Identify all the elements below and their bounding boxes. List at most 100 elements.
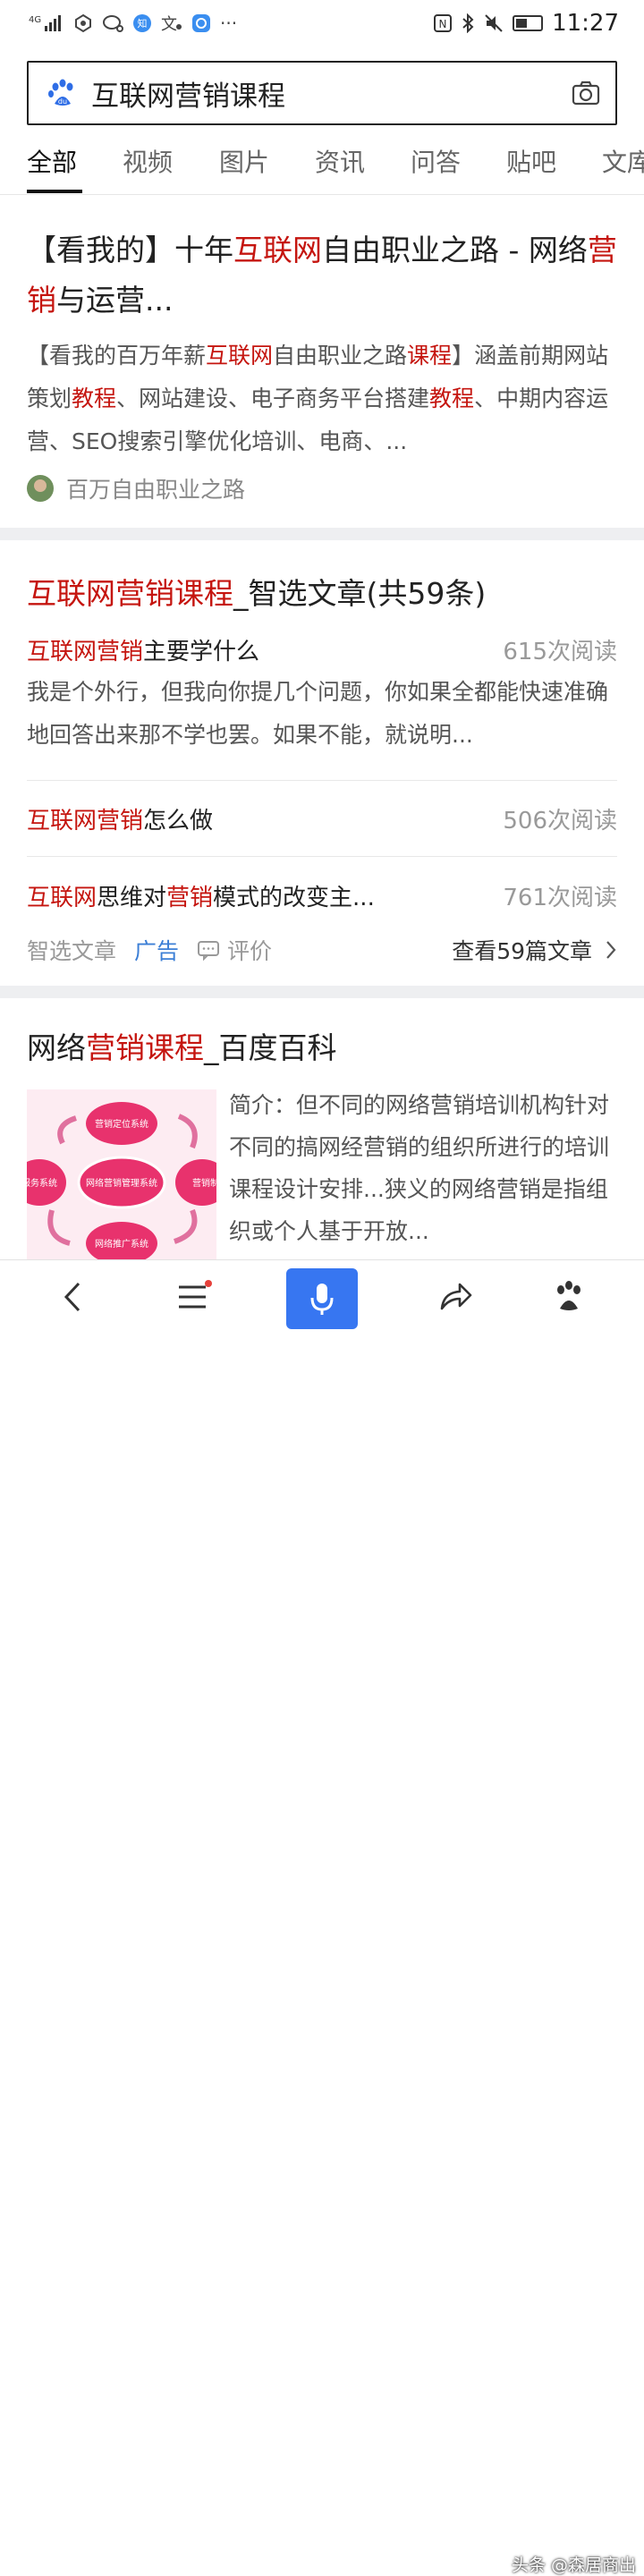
title-highlight: 互联网	[233, 233, 322, 267]
watermark: 头条 @森居商出	[512, 2555, 637, 2575]
bottom-toolbar: 头条 @森居商出	[0, 1259, 644, 2575]
comment-label: 评价	[227, 938, 273, 964]
article-snippet: 我是个外行，但我向你提几个问题，你如果全都能快速准确地回答出来那不学也罢。如果不…	[27, 679, 609, 748]
snippet-text: 自由职业之路	[273, 343, 408, 369]
snippet-text: 、网站建设、电子商务平台搭建	[116, 386, 430, 411]
diagram-label: 服务系统	[27, 1177, 57, 1189]
diagram-label: 营销定位系统	[95, 1118, 148, 1130]
bluetooth-icon	[462, 13, 474, 33]
read-count: 506次阅读	[503, 807, 617, 835]
status-bar: 4G 知 文 ··· N 11:27	[0, 0, 644, 47]
category-tabs: 全部 视频 图片 资讯 问答 贴吧 文库	[0, 134, 644, 195]
snippet-highlight: 互联网	[206, 343, 274, 369]
translate-icon: 文	[161, 15, 182, 33]
article-highlight: 互联网营销	[27, 807, 144, 835]
result-source[interactable]: 百万自由职业之路	[27, 472, 617, 504]
signal-icon: 4G	[29, 15, 61, 31]
svg-text:N: N	[439, 18, 447, 30]
read-count: 761次阅读	[503, 884, 617, 911]
tab-video[interactable]: 视频	[123, 143, 173, 179]
tab-news[interactable]: 资讯	[315, 143, 365, 179]
tab-images[interactable]: 图片	[219, 143, 269, 179]
view-all-link[interactable]: 查看59篇文章	[452, 934, 617, 966]
battery-icon	[513, 15, 544, 31]
svg-text:知: 知	[138, 17, 148, 30]
title-highlight: 互联网营销课程	[27, 576, 233, 611]
tab-wenku[interactable]: 文库	[602, 143, 644, 179]
status-right: N 11:27	[434, 10, 619, 37]
result-thumbnail[interactable]: 营销定位系统 网络营销管理系统 营销制 服务系统 网络推广系统	[13, 1089, 229, 1265]
title-text: _百度百科	[204, 1030, 337, 1065]
article-item[interactable]: 互联网营销怎么做 506次阅读	[27, 781, 617, 856]
article-highlight: 互联网	[27, 884, 97, 911]
result-card-1[interactable]: 【看我的】十年互联网自由职业之路 - 网络营销与运营... 【看我的百万年薪互联…	[0, 197, 644, 530]
result-title[interactable]: 互联网营销课程_智选文章(共59条)	[27, 572, 617, 615]
result-title[interactable]: 【看我的】十年互联网自由职业之路 - 网络营销与运营...	[27, 225, 617, 326]
result-title[interactable]: 网络营销课程_百度百科	[27, 1027, 617, 1070]
article-title-text: 怎么做	[143, 807, 214, 835]
svg-text:du: du	[58, 97, 67, 106]
clock: 11:27	[552, 10, 619, 37]
marketing-diagram-image: 营销定位系统 网络营销管理系统 营销制 服务系统 网络推广系统	[13, 1089, 229, 1265]
hexagon-app-icon	[75, 13, 91, 33]
diagram-label: 营销制	[192, 1177, 216, 1189]
share-icon[interactable]	[436, 1276, 474, 1318]
diagram-label: 网络营销管理系统	[86, 1177, 157, 1189]
svg-text:文: 文	[161, 15, 177, 33]
mic-icon	[310, 1284, 334, 1315]
title-text: 网络	[27, 1030, 86, 1065]
snippet-text: 【看我的百万年薪	[27, 343, 207, 369]
chat-icon	[103, 15, 123, 32]
article-title: 互联网营销怎么做	[27, 802, 213, 835]
read-count: 615次阅读	[503, 638, 617, 665]
result-card-3[interactable]: 网络营销课程_百度百科 营销定位系统 网络营销管理系统 营销制 服务系统 网络推…	[0, 1000, 644, 1268]
source-name: 百万自由职业之路	[66, 477, 246, 503]
camera-icon[interactable]	[571, 78, 601, 108]
svg-text:4G: 4G	[29, 15, 41, 25]
comment-icon	[198, 941, 220, 961]
source-label: 智选文章	[27, 938, 117, 964]
article-item[interactable]: 互联网营销主要学什么 615次阅读	[27, 631, 617, 667]
tab-all[interactable]: 全部	[27, 143, 77, 179]
result-snippet: 【看我的百万年薪互联网自由职业之路课程】涵盖前期网站策划教程、网站建设、电子商务…	[27, 335, 617, 463]
back-icon[interactable]	[59, 1276, 88, 1318]
snippet-highlight: 教程	[429, 386, 475, 411]
nfc-icon: N	[434, 14, 453, 32]
app-icon	[192, 14, 210, 32]
source-avatar	[27, 475, 54, 502]
status-left: 4G 知 文 ···	[29, 13, 237, 34]
ad-badge: 广告	[134, 938, 180, 964]
snippet-highlight: 课程	[407, 343, 453, 369]
diagram-label: 网络推广系统	[95, 1238, 148, 1250]
article-title: 互联网思维对营销模式的改变主...	[27, 879, 375, 912]
title-text: 自由职业之路 - 网络	[322, 233, 588, 267]
tab-qa[interactable]: 问答	[411, 143, 461, 179]
mute-icon	[485, 14, 503, 32]
search-box[interactable]: du 互联网营销课程	[27, 61, 617, 125]
baidu-paw-icon: du	[48, 79, 73, 106]
article-title-text: 思维对	[97, 884, 167, 911]
zhihu-icon: 知	[133, 14, 151, 32]
section-divider	[0, 528, 644, 540]
article-highlight: 营销	[166, 884, 214, 911]
search-input[interactable]: 互联网营销课程	[91, 73, 571, 114]
result-card-2: 互联网营销课程_智选文章(共59条) 互联网营销主要学什么 615次阅读 我是个…	[0, 540, 644, 984]
title-text: 【看我的】十年	[27, 233, 233, 267]
notification-dot	[205, 1280, 212, 1287]
tab-tieba[interactable]: 贴吧	[506, 143, 556, 179]
title-text: _智选文章(共59条)	[233, 576, 487, 611]
chevron-right-icon	[606, 941, 616, 959]
voice-search-button[interactable]	[286, 1268, 358, 1329]
article-title: 互联网营销主要学什么	[27, 633, 259, 666]
article-highlight: 互联网营销	[27, 638, 144, 665]
title-text: 与运营...	[56, 283, 174, 318]
view-all-label: 查看59篇文章	[452, 938, 592, 964]
paw-icon[interactable]	[551, 1276, 587, 1318]
comment-button[interactable]: 评价	[197, 934, 272, 966]
snippet-highlight: 教程	[72, 386, 117, 411]
article-title-text: 主要学什么	[143, 638, 260, 665]
active-tab-indicator	[27, 190, 82, 193]
article-item[interactable]: 互联网思维对营销模式的改变主... 761次阅读	[27, 857, 617, 934]
result-snippet: 简介：但不同的网络营销培训机构针对不同的搞网经营销的组织所进行的培训课程设计安排…	[229, 1092, 610, 1244]
result-footer: 智选文章 广告 评价 查看59篇文章	[27, 934, 617, 966]
